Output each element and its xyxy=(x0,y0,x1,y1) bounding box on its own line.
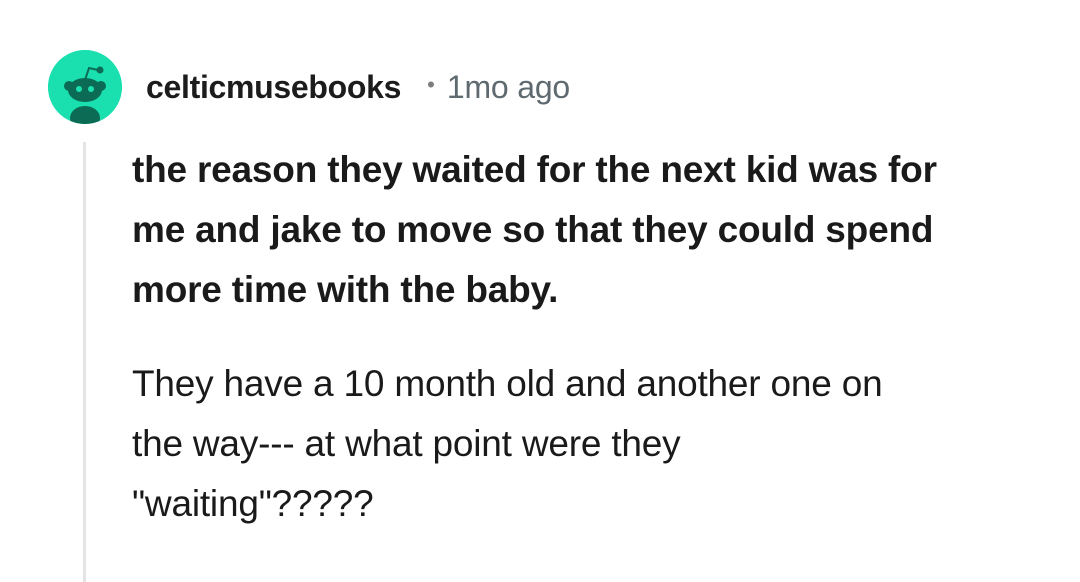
comment-header: celticmusebooks • 1mo ago xyxy=(146,64,570,110)
quote-line: the reason they waited for the next kid … xyxy=(132,149,937,190)
comment-timestamp[interactable]: 1mo ago xyxy=(447,69,570,106)
comment-body: the reason they waited for the next kid … xyxy=(132,140,1032,534)
snoo-avatar-icon[interactable] xyxy=(48,50,122,124)
paragraph-line: "waiting"????? xyxy=(132,483,374,524)
thread-line[interactable] xyxy=(83,142,86,582)
quoted-text: the reason they waited for the next kid … xyxy=(132,140,1032,320)
paragraph-line: the way--- at what point were they xyxy=(132,423,681,464)
comment: celticmusebooks • 1mo ago the reason the… xyxy=(0,0,1080,582)
quote-line: me and jake to move so that they could s… xyxy=(132,209,934,250)
meta-separator: • xyxy=(427,72,435,97)
author-username[interactable]: celticmusebooks xyxy=(146,69,401,106)
quote-line: more time with the baby. xyxy=(132,269,559,310)
comment-paragraph: They have a 10 month old and another one… xyxy=(132,354,1032,534)
paragraph-line: They have a 10 month old and another one… xyxy=(132,363,883,404)
